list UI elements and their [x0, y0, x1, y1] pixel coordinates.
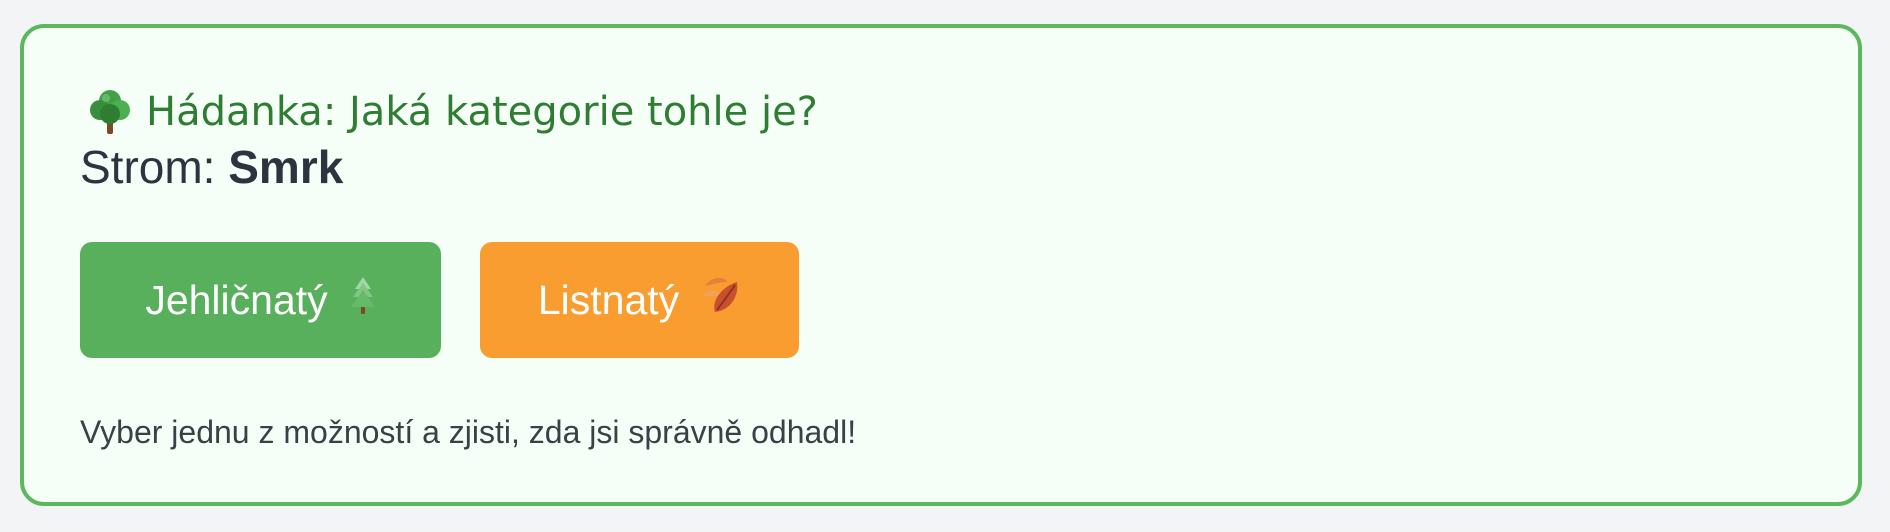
deciduous-button-label: Listnatý [537, 276, 680, 323]
deciduous-tree-icon [88, 88, 132, 136]
riddle-card: Hádanka: Jaká kategorie tohle je? Strom:… [20, 24, 1862, 506]
evergreen-tree-icon [350, 275, 376, 325]
fallen-leaf-icon [701, 274, 741, 326]
hint-text: Vyber jednu z možností a zjisti, zda jsi… [80, 414, 857, 450]
conifer-button[interactable]: Jehličnatý [80, 242, 441, 358]
riddle-title-text: Hádanka: Jaká kategorie tohle je? [146, 89, 818, 135]
tree-question: Strom: Smrk [80, 140, 343, 194]
deciduous-button[interactable]: Listnatý [480, 242, 799, 358]
tree-label: Strom: [80, 141, 216, 193]
tree-name: Smrk [228, 141, 344, 193]
conifer-button-label: Jehličnatý [145, 276, 328, 323]
riddle-title: Hádanka: Jaká kategorie tohle je? [88, 88, 818, 136]
